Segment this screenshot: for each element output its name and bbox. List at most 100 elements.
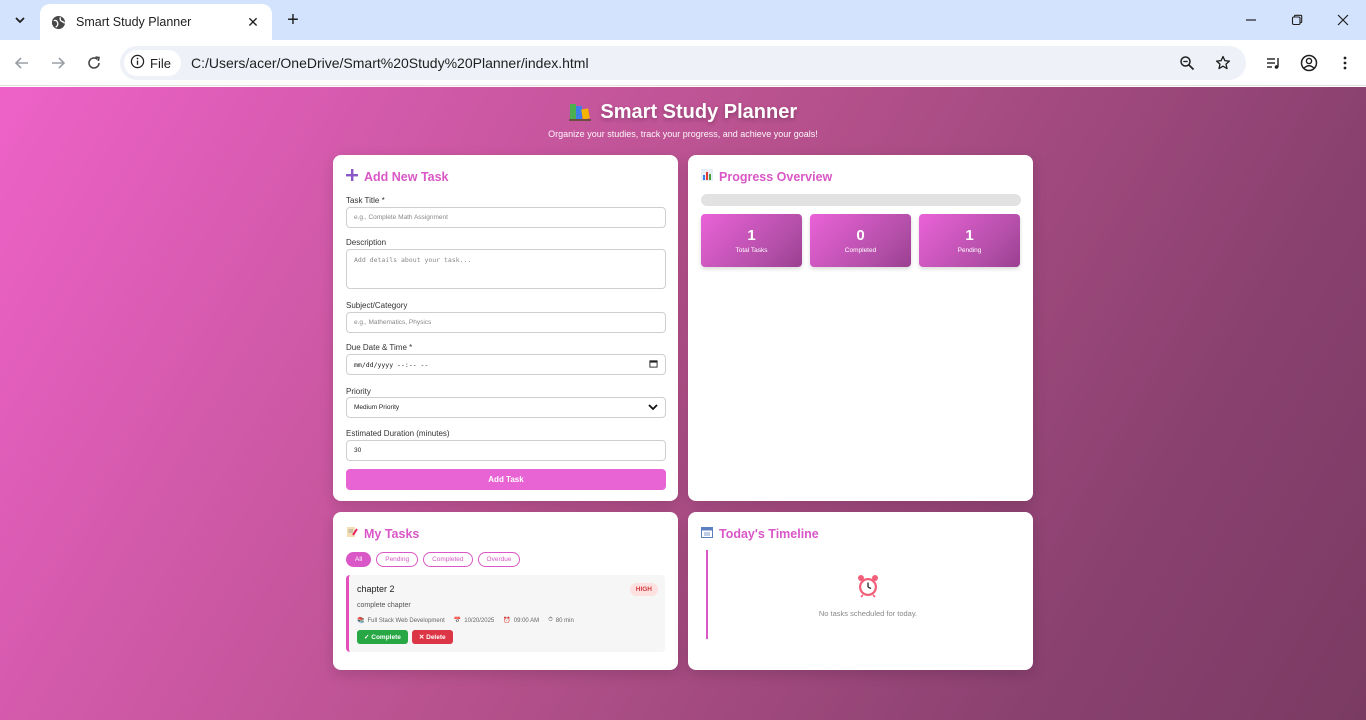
subject-placeholder: e.g., Mathematics, Physics	[354, 319, 432, 326]
duration-label: Estimated Duration (minutes)	[346, 429, 450, 438]
info-icon	[130, 54, 145, 72]
task-meta: 📚 Full Stack Web Development 📅 10/20/202…	[357, 617, 574, 624]
page-title: Smart Study Planner	[0, 101, 1366, 127]
reload-icon[interactable]	[81, 50, 107, 76]
my-tasks-heading: My Tasks	[346, 526, 419, 541]
filter-overdue[interactable]: Overdue	[477, 552, 521, 567]
stat-value: 0	[856, 227, 865, 244]
restore-icon[interactable]	[1274, 0, 1320, 40]
due-date-label: Due Date & Time *	[346, 343, 413, 352]
stat-value: 1	[747, 227, 756, 244]
task-time: ⏰ 09:00 AM	[503, 617, 540, 625]
add-task-button[interactable]: Add Task	[346, 469, 666, 490]
page-background: Smart Study Planner Organize your studie…	[0, 87, 1366, 720]
due-date-value: mm/dd/yyyy --:-- --	[354, 360, 429, 369]
filter-completed[interactable]: Completed	[423, 552, 473, 567]
tab-search-chevron-icon[interactable]	[6, 7, 34, 33]
stat-completed: 0 Completed	[810, 214, 911, 267]
timeline-empty-text: No tasks scheduled for today.	[818, 609, 918, 618]
window-controls	[1228, 0, 1366, 40]
globe-icon	[50, 14, 66, 30]
forward-arrow-icon[interactable]	[45, 50, 71, 76]
books-icon	[568, 101, 591, 127]
task-duration: ⏱ 80 min	[548, 617, 574, 624]
calendar-icon[interactable]	[649, 359, 658, 370]
browser-tab-bar: Smart Study Planner ✕ +	[0, 0, 1366, 40]
my-tasks-heading-text: My Tasks	[364, 526, 420, 541]
bar-chart-icon	[701, 169, 713, 184]
priority-badge: HIGH	[629, 583, 658, 596]
site-info-chip[interactable]: File	[124, 50, 181, 76]
more-menu-icon[interactable]	[1332, 50, 1358, 76]
chevron-down-icon	[648, 403, 658, 413]
task-subject: 📚 Full Stack Web Development	[357, 617, 445, 625]
browser-toolbar: File C:/Users/acer/OneDrive/Smart%20Stud…	[0, 40, 1366, 86]
back-arrow-icon[interactable]	[9, 50, 35, 76]
stat-total-tasks: 1 Total Tasks	[701, 214, 802, 267]
add-task-card: Add New Task Task Title * e.g., Complete…	[333, 155, 678, 501]
priority-value: Medium Priority	[354, 404, 400, 411]
stat-label: Completed	[844, 247, 877, 254]
zoom-icon[interactable]	[1174, 50, 1200, 76]
filter-pending[interactable]: Pending	[376, 552, 419, 567]
minimize-icon[interactable]	[1228, 0, 1274, 40]
task-filters: All Pending Completed Overdue	[346, 552, 521, 567]
progress-heading: Progress Overview	[701, 169, 832, 184]
alarm-clock-icon	[856, 574, 880, 598]
stat-label: Pending	[957, 247, 982, 254]
tab-title: Smart Study Planner	[76, 15, 192, 29]
description-textarea[interactable]: Add details about your task...	[346, 249, 666, 289]
new-tab-plus-icon[interactable]: +	[282, 9, 304, 31]
page-subtitle: Organize your studies, track your progre…	[548, 129, 818, 139]
progress-card: Progress Overview 1 Total Tasks 0 Comple…	[688, 155, 1033, 501]
description-label: Description	[346, 238, 387, 247]
browser-tab[interactable]: Smart Study Planner ✕	[40, 4, 272, 40]
stat-label: Total Tasks	[735, 247, 768, 254]
subject-label: Subject/Category	[346, 301, 408, 310]
plus-icon	[346, 169, 358, 184]
task-actions: ✓ Complete ✕ Delete	[357, 630, 453, 644]
progress-heading-text: Progress Overview	[719, 169, 833, 184]
task-time-text: 09:00 AM	[513, 617, 540, 624]
duration-value: 30	[354, 447, 362, 454]
priority-label: Priority	[346, 387, 371, 396]
timeline-line	[706, 550, 708, 639]
stat-value: 1	[965, 227, 974, 244]
calendar-icon: 📅	[453, 618, 462, 624]
due-date-input[interactable]: mm/dd/yyyy --:-- --	[346, 354, 666, 375]
filter-all[interactable]: All	[346, 552, 372, 567]
stat-pending: 1 Pending	[919, 214, 1020, 267]
progress-bar	[701, 194, 1021, 206]
task-date: 📅 10/20/2025	[453, 617, 495, 625]
profile-icon[interactable]	[1296, 50, 1322, 76]
timeline-heading-text: Today's Timeline	[719, 526, 819, 541]
task-date-text: 10/20/2025	[464, 617, 495, 624]
close-window-icon[interactable]	[1320, 0, 1366, 40]
alarm-clock-icon: ⏰	[503, 618, 511, 624]
task-title-placeholder: e.g., Complete Math Assignment	[354, 214, 448, 221]
close-tab-icon[interactable]: ✕	[244, 13, 262, 31]
delete-button[interactable]: ✕ Delete	[411, 630, 453, 644]
add-task-heading-text: Add New Task	[364, 169, 449, 184]
url-text[interactable]: C:/Users/acer/OneDrive/Smart%20Study%20P…	[191, 55, 589, 71]
memo-icon	[346, 526, 358, 541]
timeline-heading: Today's Timeline	[701, 526, 819, 541]
stopwatch-icon: ⏱	[548, 617, 553, 623]
description-placeholder: Add details about your task...	[354, 256, 472, 264]
page-title-text: Smart Study Planner	[600, 101, 798, 123]
task-title-input[interactable]: e.g., Complete Math Assignment	[346, 207, 666, 228]
priority-select[interactable]: Medium Priority	[346, 397, 666, 418]
duration-input[interactable]: 30	[346, 440, 666, 461]
file-label: File	[150, 55, 171, 71]
task-description: complete chapter	[357, 602, 411, 609]
add-task-heading: Add New Task	[346, 169, 449, 184]
task-item: chapter 2 HIGH complete chapter 📚 Full S…	[346, 575, 665, 652]
subject-input[interactable]: e.g., Mathematics, Physics	[346, 312, 666, 333]
media-control-icon[interactable]	[1260, 50, 1286, 76]
bookmark-star-icon[interactable]	[1210, 50, 1236, 76]
task-title: chapter 2	[357, 584, 395, 594]
task-duration-text: 80 min	[555, 617, 574, 624]
calendar-icon	[701, 526, 713, 541]
complete-button[interactable]: ✓ Complete	[357, 630, 408, 644]
address-bar[interactable]: File C:/Users/acer/OneDrive/Smart%20Stud…	[120, 46, 1246, 80]
